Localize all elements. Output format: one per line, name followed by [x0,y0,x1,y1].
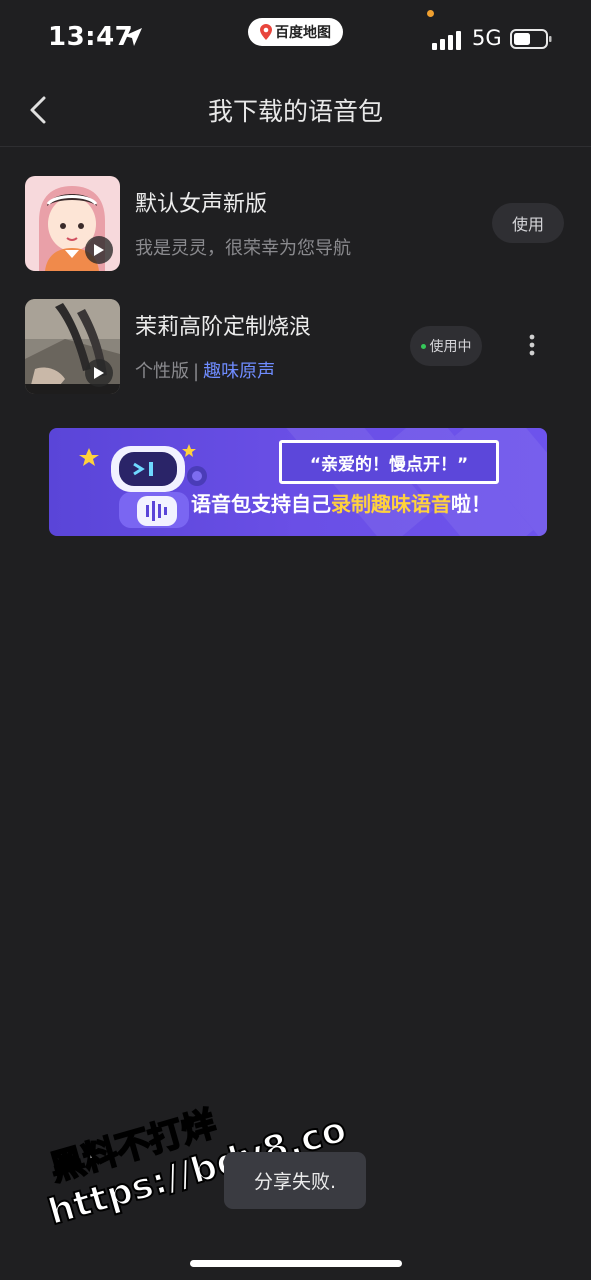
voice-pack-edition: 个性版 [135,361,189,382]
banner-tagline-highlight: 录制趣味语音 [331,492,451,516]
voice-pack-name: 茉莉高阶定制烧浪 [135,315,312,340]
map-app-label: 百度地图 [275,25,331,41]
play-button[interactable] [85,236,113,264]
screen: 13:47 百度地图 5G 我下载的语音包 默认女声新版 我是灵灵，很荣幸为您导… [0,0,591,1280]
home-indicator[interactable] [190,1260,402,1267]
location-arrow-icon [124,28,142,46]
status-bar: 13:47 百度地图 5G [0,0,591,80]
map-app-pill[interactable]: 百度地图 [248,18,343,46]
banner-tagline: 语音包支持自己录制趣味语音啦！ [191,488,491,517]
voice-pack-name: 默认女声新版 [135,192,268,217]
watermark: 黑料不打烊 https://bdy8.co [22,1030,365,1243]
separator: | [193,361,200,382]
nav-header: 我下载的语音包 [0,80,591,147]
battery-icon [510,29,552,49]
voice-pack-thumbnail[interactable] [25,299,120,394]
list-item[interactable]: 茉莉高阶定制烧浪 个性版 | 趣味原声 使用中 [0,297,591,397]
play-icon [94,244,104,256]
voice-pack-thumbnail[interactable] [25,176,120,271]
status-time: 13:47 [48,22,134,52]
in-use-label: 使用中 [429,339,472,355]
banner-tagline-post: 啦！ [451,492,491,516]
signal-icon [432,31,461,50]
toast-message: 分享失败. [224,1152,366,1209]
map-pin-icon [260,24,272,40]
play-button[interactable] [85,359,113,387]
more-vertical-icon[interactable] [520,329,544,365]
page-title: 我下载的语音包 [207,97,383,126]
in-use-badge: 使用中 [410,326,482,366]
voice-pack-description: 我是灵灵，很荣幸为您导航 [135,238,351,259]
network-type: 5G [472,26,502,50]
robot-mascot-icon [79,444,207,528]
banner-tagline-pre: 语音包支持自己 [191,492,331,516]
list-item[interactable]: 默认女声新版 我是灵灵，很荣幸为您导航 使用 [0,174,591,274]
play-icon [94,367,104,379]
banner-quote: “亲爱的！慢点开！” [279,440,499,484]
promo-banner[interactable]: “亲爱的！慢点开！” 语音包支持自己录制趣味语音啦！ [49,428,547,536]
privacy-indicator-dot [427,10,434,17]
voice-pack-description: 个性版 | 趣味原声 [135,357,275,383]
fun-original-voice-link[interactable]: 趣味原声 [203,361,275,382]
in-use-dot [420,343,426,349]
use-button[interactable]: 使用 [492,203,564,243]
